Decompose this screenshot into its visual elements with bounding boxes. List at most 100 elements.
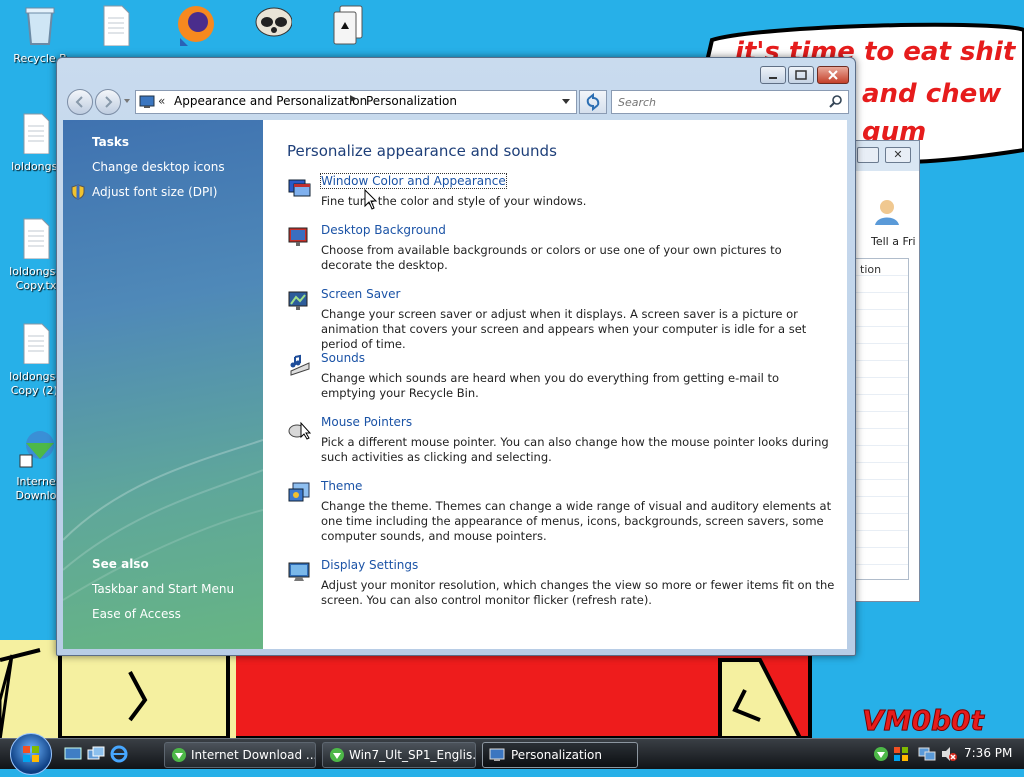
graffiti-text-2: and chew [862, 79, 1002, 109]
see-also-header: See also [92, 557, 149, 571]
tray-network[interactable] [918, 745, 936, 763]
download-manager-icon [874, 747, 888, 761]
contact-icon [869, 197, 899, 227]
minimize-button[interactable] [760, 66, 786, 84]
recent-pages-dropdown[interactable] [122, 95, 132, 105]
display-settings-icon [288, 562, 310, 581]
firefox-icon [178, 6, 214, 46]
sounds-link[interactable]: Sounds [321, 351, 365, 365]
screen-saver-icon [288, 291, 308, 310]
window-color-and-appearance-link[interactable]: Window Color and Appearance [320, 173, 507, 189]
see-also-taskbar-and-start-menu[interactable]: Taskbar and Start Menu [92, 582, 234, 596]
taskbar-button-win7-iso[interactable]: Win7_Ult_SP1_Englis... [322, 742, 476, 768]
text-file-icon [23, 323, 50, 365]
start-button[interactable] [10, 733, 52, 775]
task-adjust-font-size[interactable]: Adjust font size (DPI) [92, 185, 217, 199]
display-settings-link[interactable]: Display Settings [321, 558, 418, 572]
display-settings-desc: Adjust your monitor resolution, which ch… [321, 578, 835, 607]
window-color-icon [288, 179, 311, 197]
list-item-mouse-pointers: Mouse Pointers Pick a different mouse po… [287, 415, 835, 467]
taskbar-button-internet-download[interactable]: Internet Download ... [164, 742, 316, 768]
content-area: Tasks Change desktop icons Adjust font s… [63, 120, 847, 649]
control-panel-icon [139, 95, 155, 108]
internet-explorer-quicklaunch[interactable] [110, 745, 128, 763]
file-desktop-icon[interactable] [80, 2, 152, 52]
raccoon-app-desktop-icon[interactable] [236, 2, 308, 52]
window-color-and-appearance-desc: Fine tune the color and style of your wi… [321, 194, 587, 208]
solitaire-desktop-icon[interactable] [312, 2, 384, 52]
tray-download-manager[interactable] [872, 745, 890, 763]
show-desktop-icon [64, 747, 82, 760]
see-also-ease-of-access[interactable]: Ease of Access [92, 607, 181, 621]
recycle-bin-icon [25, 7, 55, 45]
internet-explorer-icon [110, 745, 128, 763]
list-item-theme: Theme Change the theme. Themes can chang… [287, 479, 835, 547]
arrow-left-icon [75, 96, 83, 108]
page-title: Personalize appearance and sounds [287, 142, 557, 160]
forward-button[interactable] [95, 89, 121, 115]
security-shield-icon [894, 747, 908, 761]
tray-security-center[interactable] [892, 745, 910, 763]
arrow-right-icon [105, 96, 113, 108]
show-desktop-button[interactable] [64, 746, 82, 762]
screen-saver-link[interactable]: Screen Saver [321, 287, 400, 301]
background-window-maximize-button[interactable] [857, 147, 879, 163]
desktop-background-link[interactable]: Desktop Background [321, 223, 446, 237]
list-column-header: tion [860, 263, 882, 276]
list-item-screen-saver: Screen Saver Change your screen saver or… [287, 287, 835, 351]
breadcrumb-personalization[interactable]: Personalization [366, 94, 457, 108]
background-window[interactable]: ✕ Tell a Fri tion [848, 140, 920, 602]
breadcrumb-separator-icon[interactable]: ▶ [350, 94, 357, 104]
mouse-pointer-icon [288, 421, 311, 440]
breadcrumb-appearance-and-personalization[interactable]: Appearance and Personalization [174, 94, 367, 108]
chevron-down-icon [124, 99, 130, 103]
theme-link[interactable]: Theme [321, 479, 362, 493]
download-manager-icon [330, 748, 344, 762]
mouse-cursor-icon [364, 189, 378, 210]
download-manager-icon [172, 748, 186, 762]
sounds-icon [290, 354, 310, 376]
background-list[interactable]: tion [855, 258, 909, 580]
desktop-background-icon [288, 227, 308, 246]
taskbar: Internet Download ... Win7_Ult_SP1_Engli… [0, 733, 1024, 775]
task-pane: Tasks Change desktop icons Adjust font s… [63, 120, 263, 649]
personalization-window[interactable]: « Appearance and Personalization ▶ Perso… [56, 57, 856, 656]
back-button[interactable] [67, 89, 93, 115]
switch-windows-button[interactable] [87, 746, 105, 762]
watermark-text: VM0b0t [862, 704, 986, 737]
close-icon [828, 70, 838, 80]
theme-icon [288, 482, 310, 502]
address-dropdown-icon[interactable] [560, 97, 572, 107]
task-change-desktop-icons[interactable]: Change desktop icons [92, 160, 225, 174]
search-input[interactable] [616, 93, 820, 111]
network-icon [918, 747, 936, 761]
text-file-icon [23, 113, 50, 155]
text-file-icon [23, 218, 50, 260]
refresh-icon [586, 92, 600, 112]
tray-volume-muted[interactable] [940, 745, 958, 763]
clock[interactable]: 7:36 PM [964, 746, 1012, 760]
taskbar-button-personalization[interactable]: Personalization [482, 742, 638, 768]
control-panel-icon [489, 748, 505, 761]
firefox-desktop-icon[interactable] [158, 2, 230, 52]
breadcrumb-overflow[interactable]: « [158, 94, 165, 108]
taskbar-button-label: Win7_Ult_SP1_Englis... [349, 748, 476, 762]
mouse-pointers-link[interactable]: Mouse Pointers [321, 415, 412, 429]
maximize-icon [795, 70, 807, 80]
maximize-button[interactable] [788, 66, 814, 84]
volume-muted-icon [942, 747, 957, 761]
refresh-button[interactable] [579, 90, 607, 114]
tell-a-friend-label[interactable]: Tell a Fri [871, 235, 916, 248]
background-window-close-button[interactable]: ✕ [885, 147, 911, 163]
download-manager-icon [19, 431, 54, 468]
uac-shield-icon [71, 184, 85, 200]
search-icon[interactable] [828, 94, 844, 110]
theme-desc: Change the theme. Themes can change a wi… [321, 499, 832, 543]
address-bar[interactable]: « Appearance and Personalization ▶ Perso… [135, 90, 577, 114]
minimize-icon [769, 77, 777, 79]
close-button[interactable] [817, 66, 849, 84]
search-box[interactable] [611, 90, 849, 114]
navigation-bar: « Appearance and Personalization ▶ Perso… [63, 86, 849, 116]
switch-windows-icon [87, 746, 105, 760]
tasks-header: Tasks [92, 135, 130, 149]
